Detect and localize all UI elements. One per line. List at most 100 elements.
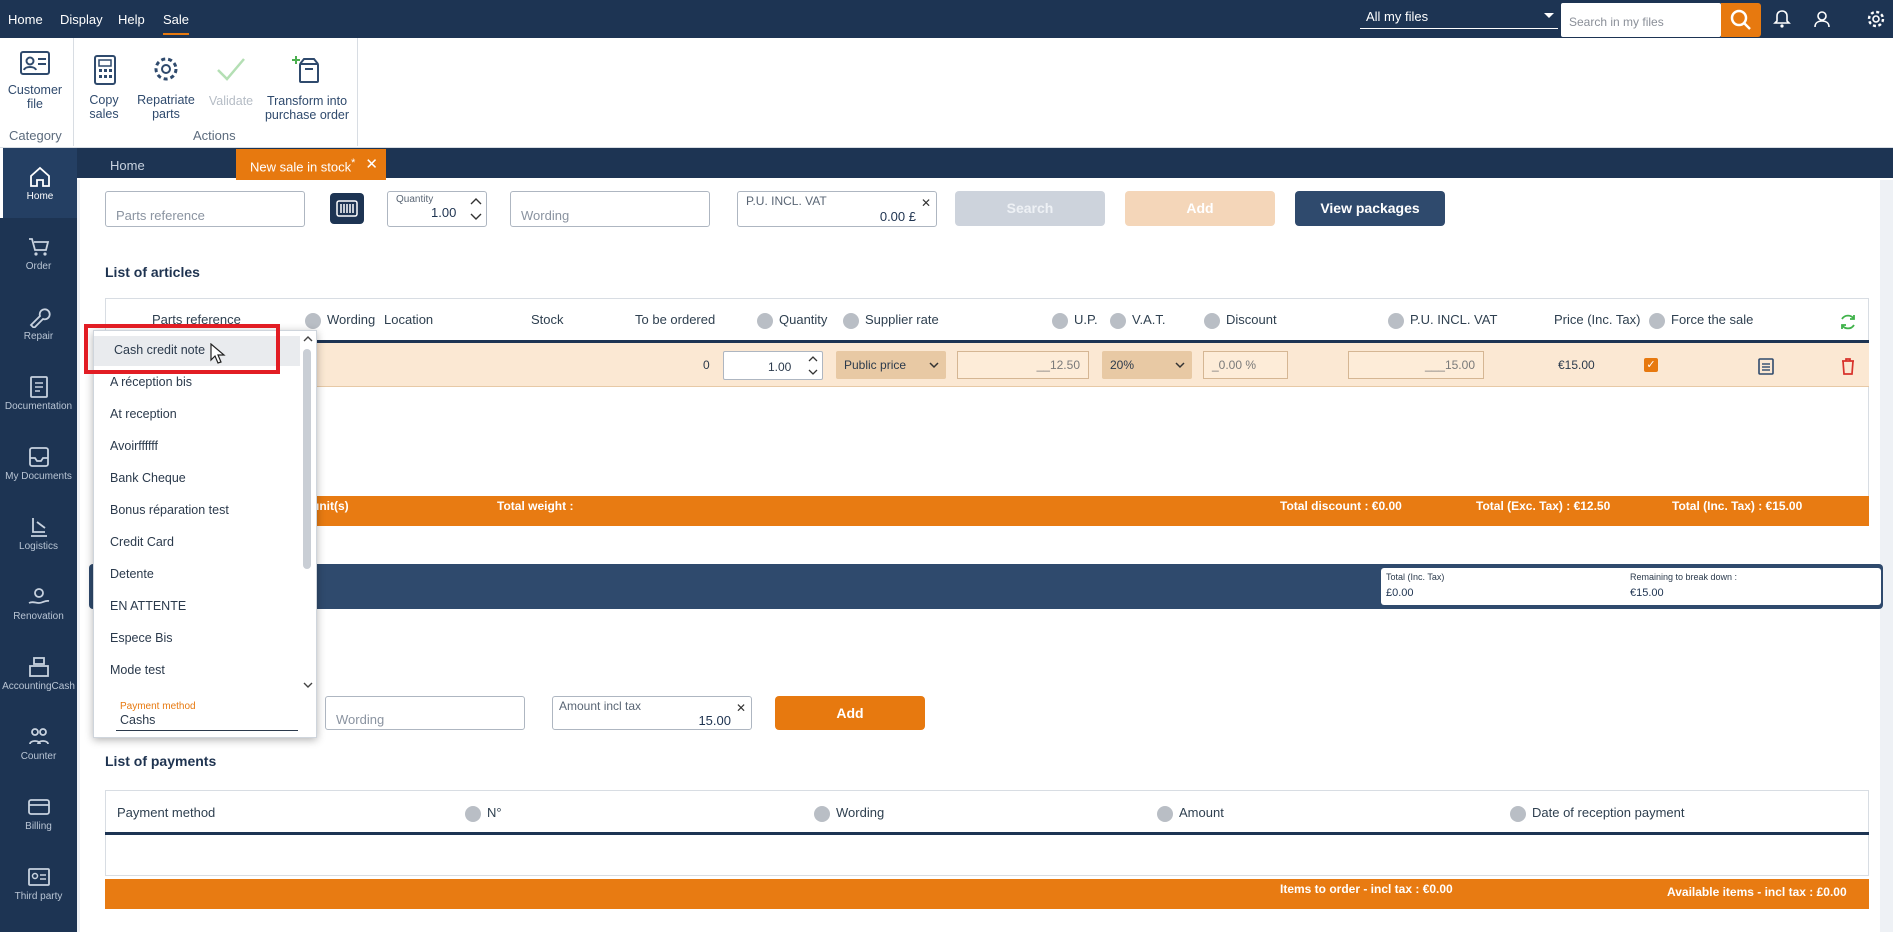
option-detente[interactable]: Detente: [110, 567, 154, 581]
col-wording[interactable]: Wording: [305, 312, 375, 329]
up-input[interactable]: __12.50: [957, 351, 1089, 379]
nav-home[interactable]: Home: [0, 148, 77, 218]
scroll-up-icon[interactable]: [302, 333, 314, 345]
col-date-reception[interactable]: Date of reception payment: [1510, 805, 1684, 822]
unsaved-mark: *: [351, 157, 356, 169]
col-quantity[interactable]: Quantity: [757, 312, 827, 329]
validate-button[interactable]: Validate: [204, 54, 258, 108]
pu-label: P.U. INCL. VAT: [746, 194, 827, 208]
col-number[interactable]: N°: [465, 805, 502, 822]
nav-label: Billing: [25, 821, 52, 832]
col-up[interactable]: U.P.: [1052, 312, 1098, 329]
clear-icon[interactable]: ✕: [921, 196, 931, 210]
chevron-up-icon[interactable]: [468, 194, 484, 208]
search-button[interactable]: [1721, 3, 1761, 37]
option-espece-bis[interactable]: Espece Bis: [110, 631, 173, 645]
scrollbar-thumb[interactable]: [303, 349, 311, 569]
search-input[interactable]: Search in my files: [1561, 3, 1721, 37]
option-bonus-reparation-test[interactable]: Bonus réparation test: [110, 503, 229, 517]
clear-icon[interactable]: ✕: [736, 701, 746, 715]
wording-input[interactable]: Wording: [510, 191, 710, 227]
search-button[interactable]: Search: [955, 191, 1105, 226]
col-up-label: U.P.: [1074, 312, 1098, 327]
nav-documentation[interactable]: Documentation: [0, 376, 77, 412]
files-select[interactable]: All my files: [1360, 5, 1558, 29]
col-payment-wording[interactable]: Wording: [814, 805, 884, 822]
chevron-down-icon[interactable]: [468, 210, 484, 224]
col-price-inc-tax[interactable]: Price (Inc. Tax): [1554, 312, 1640, 327]
option-bank-cheque[interactable]: Bank Cheque: [110, 471, 186, 485]
supplier-rate-select[interactable]: Public price: [836, 351, 946, 379]
items-to-order-total: Items to order - incl tax : €0.00: [1280, 882, 1453, 896]
document-icon: [29, 376, 48, 398]
check-icon: [217, 58, 245, 81]
col-amount[interactable]: Amount: [1157, 805, 1224, 822]
option-avoirffffff[interactable]: Avoirffffff: [110, 439, 158, 453]
pu-incl-input[interactable]: ___15.00: [1348, 351, 1484, 379]
option-en-attente[interactable]: EN ATTENTE: [110, 599, 186, 613]
col-payment-method[interactable]: Payment method: [117, 805, 215, 820]
option-a-reception-bis[interactable]: A réception bis: [110, 375, 192, 389]
chevron-down-icon[interactable]: [806, 366, 820, 378]
nav-my-documents[interactable]: My Documents: [0, 446, 77, 482]
details-icon[interactable]: [1756, 356, 1776, 376]
edit-icon: [843, 312, 859, 329]
payment-method-dropdown[interactable]: Cash credit note A réception bis At rece…: [93, 330, 317, 738]
nav-billing[interactable]: Billing: [0, 796, 77, 832]
col-vat[interactable]: V.A.T.: [1110, 312, 1165, 329]
col-force-the-sale[interactable]: Force the sale: [1649, 312, 1753, 329]
option-mode-test[interactable]: Mode test: [110, 663, 165, 677]
col-location[interactable]: Location: [384, 312, 433, 327]
articles-footer: unit(s) Total weight : Total discount : …: [105, 496, 1869, 526]
nav-accounting-cash[interactable]: AccountingCash: [0, 656, 77, 692]
nav-renovation[interactable]: Renovation: [0, 586, 77, 622]
trash-icon[interactable]: [1838, 356, 1858, 376]
menu-display[interactable]: Display: [60, 12, 103, 27]
menu-home[interactable]: Home: [8, 12, 43, 27]
close-icon[interactable]: ✕: [365, 155, 378, 173]
customer-file-button[interactable]: Customer file: [4, 50, 66, 111]
parts-reference-input[interactable]: Parts reference: [105, 191, 305, 227]
nav-repair[interactable]: Repair: [0, 306, 77, 342]
transform-purchase-order-button[interactable]: Transform into purchase order: [262, 54, 352, 122]
nav-logistics[interactable]: Logistics: [0, 516, 77, 552]
vat-select[interactable]: 20%: [1102, 351, 1192, 379]
payment-summary-bar: Total (Inc. Tax) £0.00 Remaining to brea…: [89, 564, 1883, 609]
menu-sale[interactable]: Sale: [163, 12, 190, 35]
copy-sales-button[interactable]: Copy sales: [80, 54, 128, 121]
add-payment-button[interactable]: Add: [775, 696, 925, 730]
barcode-button[interactable]: [330, 193, 364, 224]
nav-third-party[interactable]: Third party: [0, 866, 77, 902]
gear-icon[interactable]: [1866, 9, 1886, 29]
discount-input[interactable]: _0.00 %: [1203, 351, 1288, 379]
col-stock[interactable]: Stock: [531, 312, 564, 327]
tab-new-sale[interactable]: New sale in stock* ✕: [236, 149, 386, 180]
nav-label: Third party: [14, 891, 63, 902]
option-at-reception[interactable]: At reception: [110, 407, 177, 421]
col-pu-incl-vat[interactable]: P.U. INCL. VAT: [1388, 312, 1497, 329]
amount-field[interactable]: Amount incl tax 15.00 ✕: [552, 696, 752, 730]
bell-icon[interactable]: [1772, 9, 1792, 29]
repatriate-parts-button[interactable]: Repatriate parts: [135, 54, 197, 121]
scroll-down-icon[interactable]: [302, 679, 314, 691]
option-credit-card[interactable]: Credit Card: [110, 535, 174, 549]
user-icon[interactable]: [1812, 9, 1832, 29]
force-sale-checkbox[interactable]: ✓: [1644, 358, 1658, 372]
nav-order[interactable]: Order: [0, 236, 77, 272]
col-to-be-ordered[interactable]: To be ordered: [635, 312, 715, 327]
pu-incl-vat-field[interactable]: P.U. INCL. VAT 0.00 £ ✕: [737, 191, 937, 227]
col-supplier-rate[interactable]: Supplier rate: [843, 312, 939, 329]
refresh-icon[interactable]: [1838, 312, 1858, 332]
chevron-up-icon[interactable]: [806, 353, 820, 365]
view-packages-button[interactable]: View packages: [1295, 191, 1445, 226]
col-discount[interactable]: Discount: [1204, 312, 1277, 329]
payment-wording-input[interactable]: Wording: [325, 696, 525, 730]
menu-help[interactable]: Help: [118, 12, 145, 27]
row-quantity-stepper[interactable]: 1.00: [723, 351, 823, 380]
nav-counter[interactable]: Counter: [0, 726, 77, 762]
add-part-button[interactable]: Add: [1125, 191, 1275, 226]
edit-icon: [1157, 805, 1173, 822]
tab-home[interactable]: Home: [110, 158, 145, 173]
field-underline: [116, 730, 298, 731]
quantity-stepper[interactable]: Quantity 1.00: [387, 191, 487, 227]
